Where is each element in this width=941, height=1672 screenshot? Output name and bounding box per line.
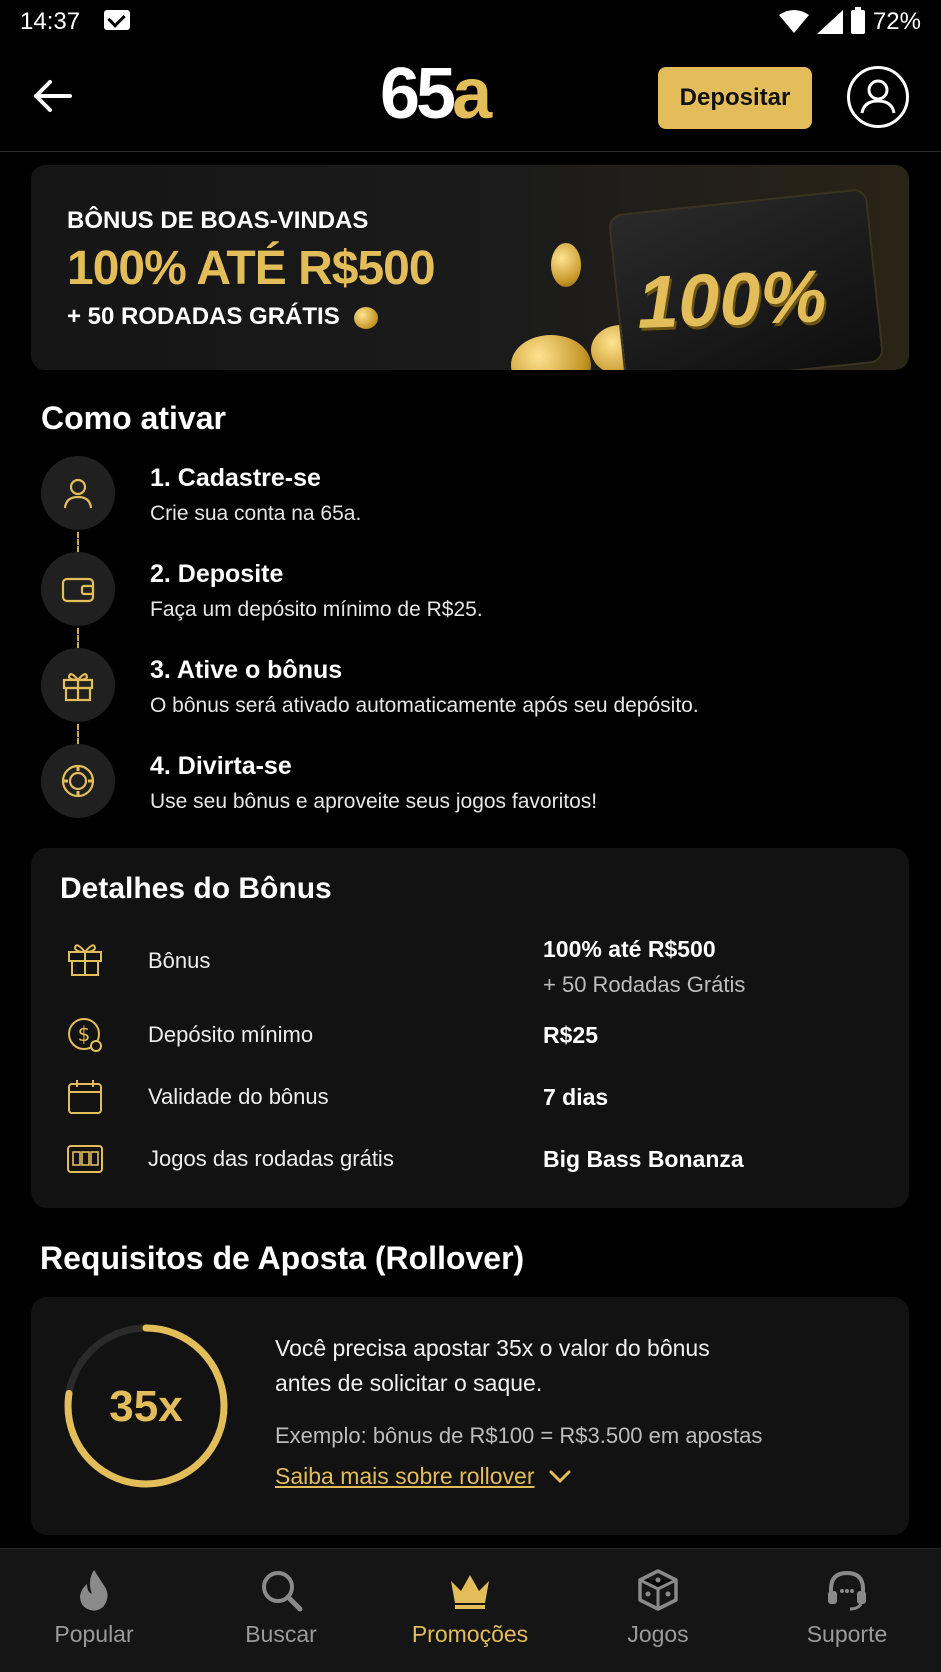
logo-letter: a — [452, 54, 492, 134]
rollover-text-line2: antes de solicitar o saque. — [275, 1370, 543, 1396]
step-1-desc: Crie sua conta na 65a. — [150, 502, 362, 525]
step-1-icon-wrap — [41, 456, 115, 530]
nav-games[interactable]: Jogos — [583, 1567, 733, 1648]
nav-label: Suporte — [806, 1621, 888, 1647]
crown-icon — [451, 1575, 489, 1609]
wifi-icon — [778, 10, 809, 33]
detail-value: R$25 — [543, 1022, 598, 1048]
banner-badge: 100% — [635, 254, 828, 344]
battery-percent: 72% — [872, 8, 921, 35]
back-arrow-icon[interactable] — [30, 74, 74, 118]
gift-icon — [62, 673, 94, 702]
step-connector — [77, 532, 79, 552]
step-connector — [77, 724, 79, 744]
bottom-navigation: Popular Buscar Promoções Jogos Suporte — [0, 1548, 941, 1672]
deposit-button[interactable]: Depositar — [658, 67, 812, 129]
gift-box-image: 100% — [607, 187, 885, 370]
dollar-coin-icon: $ — [68, 1018, 102, 1052]
nav-search[interactable]: Buscar — [206, 1567, 356, 1648]
rollover-title: Requisitos de Aposta (Rollover) — [40, 1240, 525, 1276]
step-3-title: 3. Ative o bônus — [150, 656, 343, 684]
banner-line2: 100% ATÉ R$500 — [67, 242, 436, 295]
app-header: 65a Depositar — [0, 46, 941, 152]
detail-value: 100% até R$500 — [543, 936, 716, 962]
activate-title: Como ativar — [41, 400, 226, 436]
rollover-learn-more-link[interactable]: Saiba mais sobre rollover — [275, 1463, 571, 1490]
banner-line3: + 50 RODADAS GRÁTIS — [67, 303, 379, 331]
coin-decoration — [511, 335, 591, 370]
detail-value: Big Bass Bonanza — [543, 1146, 744, 1172]
welcome-bonus-banner[interactable]: BÔNUS DE BOAS-VINDAS 100% ATÉ R$500 + 50… — [31, 165, 909, 370]
chevron-down-icon — [549, 1470, 571, 1483]
step-4-desc: Use seu bônus e aproveite seus jogos fav… — [150, 790, 598, 813]
status-indicators: 72% — [778, 7, 921, 36]
nav-label: Promoções — [411, 1621, 529, 1647]
user-icon — [860, 79, 896, 114]
rollover-card: 35x Você precisa apostar 35x o valor do … — [31, 1297, 909, 1535]
nav-promotions[interactable]: Promoções — [395, 1567, 545, 1648]
status-bar: 14:37 72% — [0, 0, 941, 46]
rollover-multiplier: 35x — [109, 1382, 183, 1431]
step-connector — [77, 628, 79, 648]
slot-machine-icon — [67, 1145, 103, 1173]
signal-icon — [816, 10, 843, 34]
casino-chip-icon — [61, 764, 95, 798]
banner-line1: BÔNUS DE BOAS-VINDAS — [67, 207, 369, 234]
battery-icon — [850, 7, 865, 34]
nav-support[interactable]: Suporte — [772, 1567, 922, 1648]
nav-label: Buscar — [245, 1621, 317, 1647]
step-2-title: 2. Deposite — [150, 560, 284, 588]
dice-icon — [638, 1569, 678, 1611]
details-title: Detalhes do Bônus — [60, 872, 332, 905]
profile-button[interactable] — [847, 66, 909, 128]
flame-icon — [80, 1570, 108, 1611]
detail-label: Validade do bônus — [148, 1084, 329, 1109]
detail-label: Depósito mínimo — [148, 1022, 314, 1047]
gift-icon — [68, 944, 102, 976]
detail-label: Bônus — [148, 948, 211, 973]
detail-label: Jogos das rodadas grátis — [148, 1146, 394, 1171]
bonus-details-card: Detalhes do Bônus Bônus 100% até R$500 +… — [31, 848, 909, 1208]
calendar-icon — [68, 1080, 102, 1114]
step-4-title: 4. Divirta-se — [150, 752, 292, 780]
rollover-link-label: Saiba mais sobre rollover — [275, 1463, 535, 1489]
rollover-text-line1: Você precisa apostar 35x o valor do bônu… — [275, 1335, 710, 1361]
detail-value: 7 dias — [543, 1084, 609, 1110]
mail-notification-icon — [104, 10, 130, 30]
coin-decoration — [551, 243, 581, 287]
step-1-title: 1. Cadastre-se — [150, 464, 321, 492]
coin-icon — [354, 306, 379, 329]
step-2-desc: Faça um depósito mínimo de R$25. — [150, 598, 483, 621]
detail-subvalue: + 50 Rodadas Grátis — [543, 972, 746, 997]
rollover-example: Exemplo: bônus de R$100 = R$3.500 em apo… — [275, 1423, 763, 1448]
nav-label: Popular — [54, 1621, 134, 1647]
nav-popular[interactable]: Popular — [19, 1567, 169, 1648]
status-time: 14:37 — [20, 8, 81, 35]
logo-number: 65 — [380, 54, 456, 134]
step-3-icon-wrap — [41, 648, 115, 722]
svg-text:$: $ — [78, 1022, 91, 1046]
step-3-desc: O bônus será ativado automaticamente apó… — [150, 694, 699, 717]
user-icon — [63, 478, 93, 509]
headset-icon — [828, 1570, 866, 1611]
step-4-icon-wrap — [41, 744, 115, 818]
nav-label: Jogos — [627, 1621, 689, 1647]
step-2-icon-wrap — [41, 552, 115, 626]
wallet-icon — [61, 577, 95, 603]
logo[interactable]: 65a — [380, 58, 492, 130]
search-icon — [262, 1571, 303, 1612]
